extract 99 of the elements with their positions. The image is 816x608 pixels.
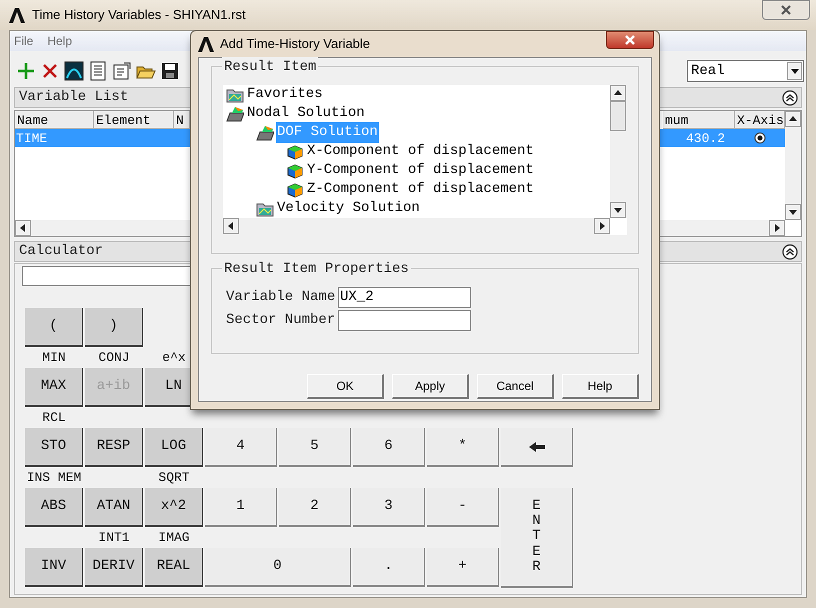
calculator-key[interactable]: 5 bbox=[279, 428, 351, 467]
scroll-up-button[interactable] bbox=[610, 85, 626, 101]
tree-item[interactable]: Y-Component of displacement bbox=[306, 160, 535, 181]
list-icon bbox=[88, 61, 108, 81]
open-folder-icon bbox=[226, 104, 244, 122]
section-title: Variable List bbox=[19, 88, 128, 107]
scroll-left-button[interactable] bbox=[15, 220, 31, 236]
app-logo-icon bbox=[197, 36, 215, 52]
calculator-key[interactable]: 2 bbox=[279, 488, 351, 527]
calculator-key[interactable]: 3 bbox=[353, 488, 425, 527]
calculator-key[interactable]: - bbox=[427, 488, 499, 527]
save-button[interactable] bbox=[159, 60, 181, 82]
properties-icon bbox=[112, 61, 132, 81]
column-header[interactable]: Name bbox=[15, 111, 94, 129]
key-label: RCL bbox=[42, 409, 66, 428]
collapse-icon bbox=[782, 244, 798, 260]
key-label: e^x bbox=[162, 349, 186, 368]
enter-key[interactable]: ENTER bbox=[501, 488, 573, 588]
collapse-button[interactable] bbox=[781, 88, 799, 106]
table-cell-text: 430.2 bbox=[684, 130, 726, 147]
cube-icon bbox=[286, 162, 304, 180]
input-field[interactable] bbox=[338, 310, 471, 331]
scroll-up-button[interactable] bbox=[785, 111, 801, 127]
type-dropdown[interactable]: Real bbox=[687, 60, 804, 82]
input-field[interactable]: UX_2 bbox=[338, 287, 471, 308]
key-label: SQRT bbox=[158, 469, 190, 488]
calculator-key[interactable]: ) bbox=[85, 308, 143, 347]
section-title: Calculator bbox=[19, 242, 104, 261]
backspace-button[interactable] bbox=[501, 428, 573, 467]
collapse-button[interactable] bbox=[781, 242, 799, 260]
field-label: Sector Number bbox=[226, 311, 336, 330]
tree-item[interactable]: Favorites bbox=[246, 85, 324, 105]
dialog-title: Add Time-History Variable bbox=[220, 35, 370, 54]
radio-button[interactable] bbox=[754, 132, 766, 144]
calculator-key[interactable]: 1 bbox=[205, 488, 277, 527]
calculator-key[interactable]: * bbox=[427, 428, 499, 467]
curve-icon bbox=[64, 61, 84, 81]
close-button[interactable] bbox=[606, 31, 654, 49]
menu-item[interactable]: File bbox=[14, 32, 34, 50]
close-icon bbox=[779, 3, 793, 17]
calculator-key[interactable]: ATAN bbox=[85, 488, 143, 527]
calculator-key[interactable]: ABS bbox=[25, 488, 83, 527]
table-cell-text: TIME bbox=[15, 130, 48, 147]
dialog-button[interactable]: OK bbox=[307, 374, 384, 399]
calculator-key[interactable]: DERIV bbox=[85, 548, 143, 587]
calculator-key[interactable]: REAL bbox=[145, 548, 203, 587]
calculator-key[interactable]: ( bbox=[25, 308, 83, 347]
close-button[interactable] bbox=[762, 0, 810, 20]
tree-item[interactable]: Velocity Solution bbox=[276, 198, 421, 218]
calculator-key[interactable]: 6 bbox=[353, 428, 425, 467]
calculator-key[interactable]: 0 bbox=[205, 548, 351, 587]
calculator-key[interactable]: . bbox=[353, 548, 425, 587]
column-header[interactable]: Element bbox=[94, 111, 174, 129]
calculator-key[interactable]: INV bbox=[25, 548, 83, 587]
dropdown-button[interactable] bbox=[787, 62, 802, 80]
column-header[interactable]: mum bbox=[663, 111, 735, 129]
open-folder-icon bbox=[256, 124, 274, 142]
plus-icon bbox=[16, 61, 36, 81]
dropdown-value: Real bbox=[690, 62, 726, 80]
calculator-key[interactable]: STO bbox=[25, 428, 83, 467]
cube-icon bbox=[286, 142, 304, 160]
dialog-button[interactable]: Cancel bbox=[477, 374, 554, 399]
left-arrow-icon bbox=[528, 440, 546, 452]
calculator-key[interactable]: LOG bbox=[145, 428, 203, 467]
app-logo-icon bbox=[8, 6, 26, 24]
tree-view[interactable]: Favorites Nodal Solution DOF Solution X-Component of displacement Y-Component of displacement Z-Component of displacement Velocity Solution bbox=[223, 85, 627, 235]
key-label: INT1 bbox=[98, 529, 130, 548]
column-header[interactable]: X-Axis bbox=[735, 111, 785, 129]
calculator-key[interactable]: x^2 bbox=[145, 488, 203, 527]
scroll-right-button[interactable] bbox=[769, 220, 785, 236]
tree-item[interactable]: Z-Component of displacement bbox=[306, 179, 535, 200]
tree-item[interactable]: Nodal Solution bbox=[246, 103, 366, 124]
calculator-key[interactable]: 4 bbox=[205, 428, 277, 467]
close-icon bbox=[623, 33, 637, 47]
tree-item[interactable]: X-Component of displacement bbox=[306, 141, 535, 162]
add-button[interactable] bbox=[15, 60, 37, 82]
key-label: INS MEM bbox=[26, 469, 82, 488]
menu-item[interactable]: Help bbox=[47, 32, 72, 50]
key-label: MIN bbox=[42, 349, 66, 368]
calculator-key[interactable]: RESP bbox=[85, 428, 143, 467]
scroll-left-button[interactable] bbox=[223, 218, 239, 234]
dialog-button[interactable]: Apply bbox=[392, 374, 469, 399]
dialog-button[interactable]: Help bbox=[562, 374, 639, 399]
window-title: Time History Variables - SHIYAN1.rst bbox=[32, 6, 246, 24]
field-label: Variable Name bbox=[226, 288, 336, 307]
scroll-down-button[interactable] bbox=[785, 204, 801, 220]
calculator-key[interactable]: + bbox=[427, 548, 499, 587]
collapse-icon bbox=[782, 90, 798, 106]
key-label: CONJ bbox=[98, 349, 130, 368]
column-header[interactable]: N bbox=[174, 111, 190, 129]
scroll-thumb[interactable] bbox=[610, 101, 626, 131]
cube-icon bbox=[286, 180, 304, 198]
scroll-right-button[interactable] bbox=[594, 218, 610, 234]
graph-button[interactable] bbox=[63, 60, 85, 82]
caret-icon bbox=[790, 67, 800, 75]
scroll-down-button[interactable] bbox=[610, 202, 626, 218]
key-label: IMAG bbox=[158, 529, 190, 548]
calculator-key[interactable]: MAX bbox=[25, 368, 83, 407]
properties-button[interactable] bbox=[111, 60, 133, 82]
